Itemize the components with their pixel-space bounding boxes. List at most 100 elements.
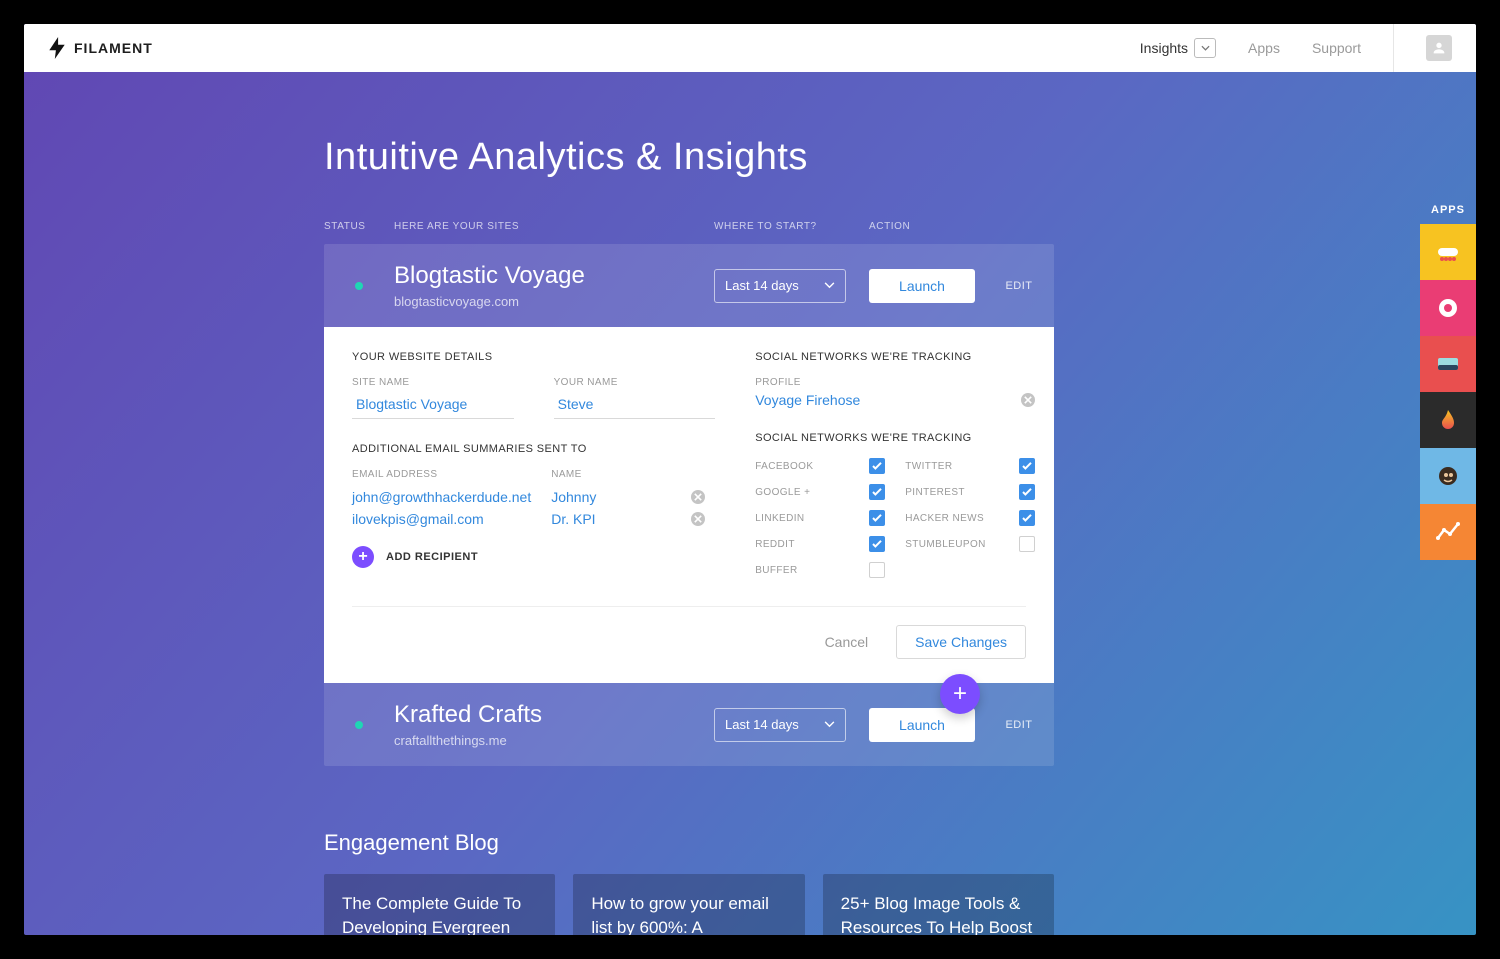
chevron-down-icon	[824, 282, 835, 289]
date-range-value: Last 14 days	[725, 278, 799, 293]
check-icon	[872, 488, 882, 496]
nav-support[interactable]: Support	[1312, 40, 1361, 56]
blog-title: Engagement Blog	[324, 830, 1324, 856]
recipient-email: ilovekpis@gmail.com	[352, 511, 531, 527]
network-toggle: TWITTER	[905, 458, 1035, 474]
remove-recipient-button[interactable]	[691, 490, 705, 504]
nav-insights[interactable]: Insights	[1140, 38, 1216, 58]
edit-link[interactable]: EDIT	[989, 719, 1049, 731]
remove-recipient-button[interactable]	[691, 512, 705, 526]
card-icon	[1434, 350, 1462, 378]
profile-name[interactable]: Voyage Firehose	[755, 392, 860, 408]
profile-label: PROFILE	[755, 377, 1035, 388]
name-col-label: NAME	[551, 469, 671, 480]
network-checkbox[interactable]	[1019, 510, 1035, 526]
nav-insights-dropdown[interactable]	[1194, 38, 1216, 58]
site-url: blogtasticvoyage.com	[394, 294, 714, 309]
apps-rail: APPS	[1420, 204, 1476, 560]
network-toggle: PINTEREST	[905, 484, 1035, 500]
network-toggle: REDDIT	[755, 536, 885, 552]
check-icon	[1022, 514, 1032, 522]
blog-card[interactable]: How to grow your email list by 600%: A	[573, 874, 804, 935]
additional-emails-label: ADDITIONAL EMAIL SUMMARIES SENT TO	[352, 443, 715, 455]
flare-icon	[1434, 238, 1462, 266]
blog-card[interactable]: 25+ Blog Image Tools & Resources To Help…	[823, 874, 1054, 935]
network-label: GOOGLE +	[755, 487, 810, 498]
person-icon	[1431, 40, 1447, 56]
network-checkbox[interactable]	[1019, 458, 1035, 474]
cancel-button[interactable]: Cancel	[825, 634, 869, 650]
network-checkbox[interactable]	[869, 536, 885, 552]
launch-button[interactable]: Launch	[869, 269, 975, 303]
remove-profile-button[interactable]	[1021, 393, 1035, 407]
network-checkbox[interactable]	[869, 458, 885, 474]
edit-link[interactable]: EDIT	[989, 280, 1049, 292]
check-icon	[872, 514, 882, 522]
network-label: LINKEDIN	[755, 513, 804, 524]
page-title: Intuitive Analytics & Insights	[324, 136, 1324, 179]
site-name-input[interactable]	[352, 392, 514, 419]
plus-icon: +	[352, 546, 374, 568]
add-site-fab[interactable]: +	[940, 674, 980, 714]
date-range-value: Last 14 days	[725, 717, 799, 732]
tracking-label: SOCIAL NETWORKS WE'RE TRACKING	[755, 351, 1035, 363]
chevron-down-icon	[824, 721, 835, 728]
rail-badge-app[interactable]	[1420, 280, 1476, 336]
date-range-dropdown[interactable]: Last 14 days	[714, 269, 846, 303]
your-name-label: YOUR NAME	[554, 377, 716, 388]
rail-flame-app[interactable]	[1420, 392, 1476, 448]
networks-grid: FACEBOOK TWITTER GOOGLE + PINTEREST LINKEDIN…	[755, 458, 1035, 578]
network-label: PINTEREST	[905, 487, 965, 498]
col-sites: HERE ARE YOUR SITES	[394, 221, 714, 232]
network-label: REDDIT	[755, 539, 795, 550]
recipient-row: john@growthhackerdude.net Johnny	[352, 486, 715, 508]
rail-mailchimp-app[interactable]	[1420, 448, 1476, 504]
network-checkbox[interactable]	[869, 510, 885, 526]
email-col-label: EMAIL ADDRESS	[352, 469, 531, 480]
site-url: craftallthethings.me	[394, 733, 714, 748]
network-checkbox[interactable]	[869, 562, 885, 578]
user-avatar[interactable]	[1426, 35, 1452, 61]
add-recipient-button[interactable]: + ADD RECIPIENT	[352, 546, 715, 568]
network-label: HACKER NEWS	[905, 513, 984, 524]
rail-analytics-app[interactable]	[1420, 504, 1476, 560]
network-toggle: FACEBOOK	[755, 458, 885, 474]
status-dot	[355, 282, 363, 290]
network-toggle: GOOGLE +	[755, 484, 885, 500]
apps-rail-label: APPS	[1420, 204, 1476, 216]
close-icon	[694, 515, 702, 523]
recipient-name: Johnny	[551, 489, 671, 505]
top-nav: Insights Apps Support	[1140, 24, 1452, 72]
nav-insights-label: Insights	[1140, 40, 1188, 56]
blog-card[interactable]: The Complete Guide To Developing Evergre…	[324, 874, 555, 935]
top-bar: FILAMENT Insights Apps Support	[24, 24, 1476, 72]
network-toggle: LINKEDIN	[755, 510, 885, 526]
bolt-icon	[48, 37, 66, 59]
your-name-input[interactable]	[554, 392, 716, 419]
network-toggle: BUFFER	[755, 562, 885, 578]
check-icon	[1022, 488, 1032, 496]
close-icon	[694, 493, 702, 501]
check-icon	[1022, 462, 1032, 470]
add-recipient-label: ADD RECIPIENT	[386, 551, 478, 563]
network-checkbox[interactable]	[869, 484, 885, 500]
brand-logo[interactable]: FILAMENT	[48, 37, 153, 59]
badge-icon	[1434, 294, 1462, 322]
rail-flare-app[interactable]	[1420, 224, 1476, 280]
date-range-dropdown[interactable]: Last 14 days	[714, 708, 846, 742]
network-checkbox[interactable]	[1019, 484, 1035, 500]
col-status: STATUS	[324, 221, 394, 232]
flame-icon	[1434, 406, 1462, 434]
save-changes-button[interactable]: Save Changes	[896, 625, 1026, 659]
network-checkbox[interactable]	[1019, 536, 1035, 552]
rail-card-app[interactable]	[1420, 336, 1476, 392]
nav-divider	[1393, 24, 1394, 72]
nav-apps[interactable]: Apps	[1248, 40, 1280, 56]
tracking-label-2: SOCIAL NETWORKS WE'RE TRACKING	[755, 432, 1035, 444]
status-dot	[355, 721, 363, 729]
network-label: BUFFER	[755, 565, 797, 576]
site-name: Blogtastic Voyage	[394, 262, 714, 290]
mailchimp-icon	[1434, 462, 1462, 490]
website-details-label: YOUR WEBSITE DETAILS	[352, 351, 715, 363]
recipient-name: Dr. KPI	[551, 511, 671, 527]
